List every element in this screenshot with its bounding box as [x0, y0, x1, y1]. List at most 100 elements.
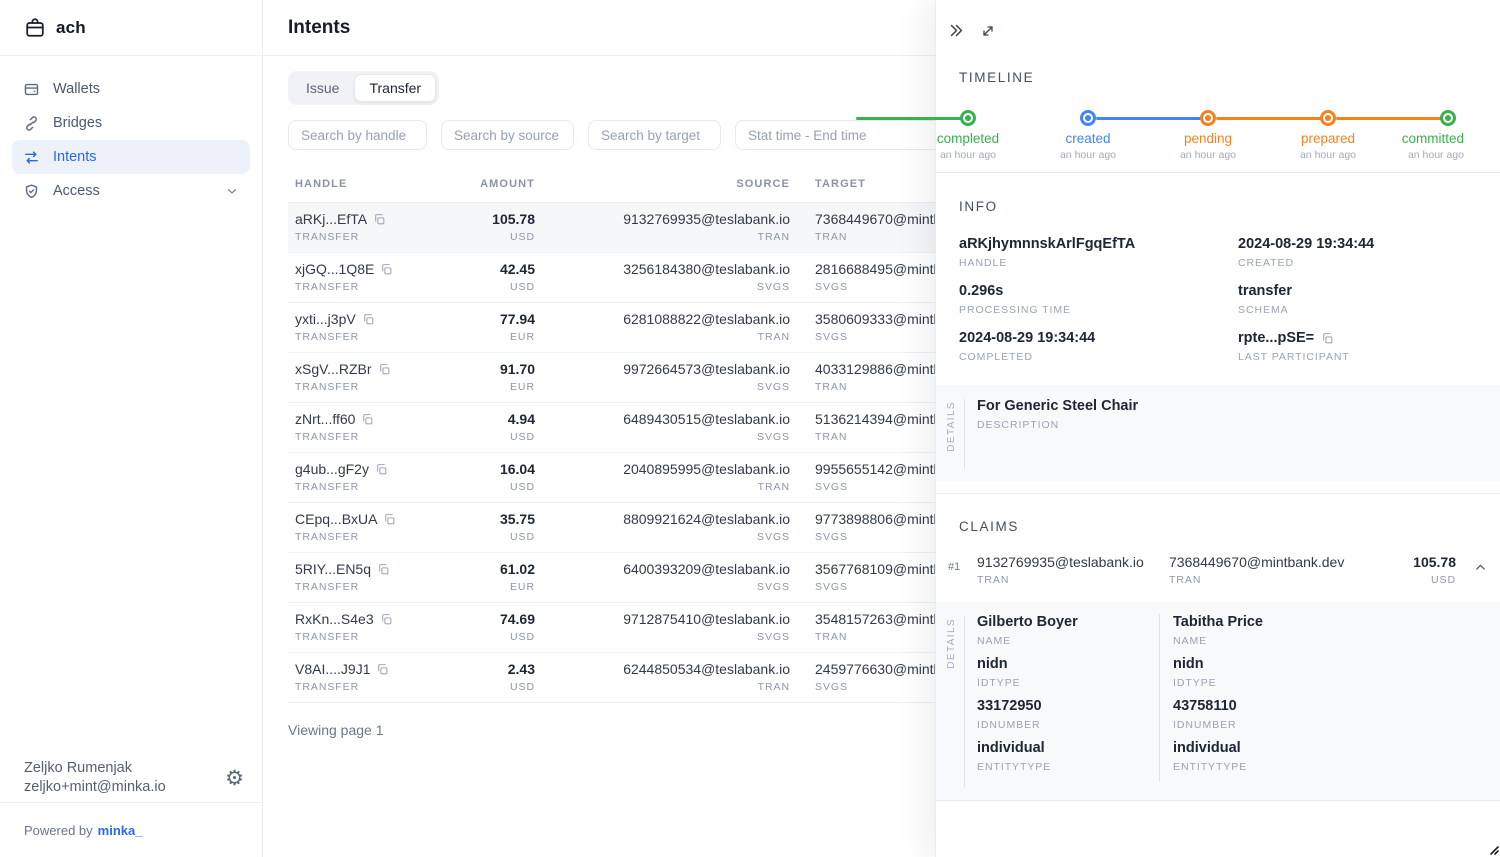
- intent-source: 6489430515@teslabank.io: [568, 411, 790, 427]
- tab-issue[interactable]: Issue: [291, 74, 354, 102]
- logo: ach: [0, 0, 262, 56]
- divider: [964, 399, 965, 469]
- powered-by: Powered by minka_: [0, 802, 262, 857]
- shield-icon: [23, 183, 40, 200]
- info-field-value: aRKjhymnnskArlFgqEfTA: [959, 236, 1135, 252]
- settings-gear-icon[interactable]: ⚙: [225, 768, 244, 789]
- expand-panel-icon[interactable]: [978, 20, 998, 41]
- timeline-node-icon: [960, 110, 976, 126]
- claim-source: 9132769935@teslabank.io: [977, 554, 1144, 570]
- filter-bar: [288, 120, 947, 150]
- timeline-step-time: an hour ago: [937, 149, 999, 161]
- timeline-step-label: pending: [1180, 131, 1236, 146]
- info-field-label: LAST PARTICIPANT: [1238, 351, 1476, 363]
- copy-icon[interactable]: [362, 313, 375, 326]
- status-timeline: created an hour ago pending an hour ago: [960, 110, 1456, 160]
- tab-transfer[interactable]: Transfer: [354, 74, 436, 102]
- timeline-step: pending an hour ago: [1200, 110, 1216, 126]
- info-field: 0.296s PROCESSING TIME: [959, 283, 1238, 316]
- search-by-handle-input[interactable]: [288, 120, 427, 150]
- claim-amount: 105.78: [1413, 554, 1456, 570]
- timeline-node-icon: [1320, 110, 1336, 126]
- collapse-panel-icon[interactable]: [946, 20, 967, 41]
- intent-details-block: DETAILS For Generic Steel Chair DESCRIPT…: [936, 385, 1500, 482]
- timeline-step-time: an hour ago: [1060, 149, 1116, 161]
- claim-row[interactable]: #1 9132769935@teslabank.io TRAN 73684496…: [936, 548, 1500, 594]
- date-range-input[interactable]: [735, 120, 947, 150]
- claim-party: Tabitha Price NAME nidn IDTYPE 43758110 …: [1159, 614, 1341, 782]
- copy-icon[interactable]: [380, 263, 393, 276]
- copy-icon[interactable]: [375, 463, 388, 476]
- sidebar-item-label: Wallets: [53, 81, 100, 97]
- divider: [964, 616, 965, 787]
- copy-icon[interactable]: [361, 413, 374, 426]
- sidebar-item-access[interactable]: Access: [12, 174, 250, 208]
- intent-source-type: SVGS: [568, 531, 790, 543]
- intent-source-type: SVGS: [568, 431, 790, 443]
- intent-source-type: SVGS: [568, 381, 790, 393]
- column-header-source: SOURCE: [568, 178, 790, 190]
- timeline-step: created an hour ago: [1080, 110, 1096, 126]
- section-divider: [936, 172, 1500, 173]
- copy-icon[interactable]: [373, 213, 386, 226]
- claim-currency: USD: [1413, 574, 1456, 586]
- info-field: transfer SCHEMA: [1238, 283, 1476, 316]
- chevron-up-icon[interactable]: [1473, 560, 1488, 575]
- party-name: Gilberto Boyer: [977, 614, 1159, 630]
- intent-handle: zNrt...ff60: [295, 411, 355, 427]
- timeline-node-icon: [1200, 110, 1216, 126]
- intent-handle: g4ub...gF2y: [295, 461, 369, 477]
- claim-source-type: TRAN: [977, 574, 1144, 586]
- timeline-step-time: an hour ago: [1180, 149, 1236, 161]
- timeline-node-icon: [1080, 110, 1096, 126]
- timeline-step-label: committed: [1402, 131, 1464, 146]
- sidebar-nav: Wallets Bridges Intents: [0, 56, 262, 224]
- timeline-step-label: created: [1060, 131, 1116, 146]
- intent-source: 9132769935@teslabank.io: [568, 211, 790, 227]
- intent-source: 9972664573@teslabank.io: [568, 361, 790, 377]
- timeline-step-label: prepared: [1300, 131, 1356, 146]
- intent-type-tabs: Issue Transfer: [288, 71, 439, 105]
- intent-handle: V8AI....J9J1: [295, 661, 370, 677]
- intent-source-type: TRAN: [568, 681, 790, 693]
- intent-source-type: SVGS: [568, 631, 790, 643]
- info-field: rpte...pSE= LAST PARTICIPANT: [1238, 330, 1476, 363]
- intent-handle: RxKn...S4e3: [295, 611, 374, 627]
- sidebar-item-wallets[interactable]: Wallets: [12, 72, 250, 106]
- intent-amount: 4.94: [438, 411, 535, 427]
- party-idnumber: 43758110: [1173, 698, 1341, 714]
- intent-amount: 91.70: [438, 361, 535, 377]
- party-idtype: nidn: [977, 656, 1159, 672]
- copy-icon[interactable]: [378, 363, 391, 376]
- copy-icon[interactable]: [376, 663, 389, 676]
- timeline-connector: [1336, 117, 1442, 120]
- info-field: 2024-08-29 19:34:44 COMPLETED: [959, 330, 1238, 363]
- sidebar-item-intents[interactable]: Intents: [12, 140, 250, 174]
- intent-source: 6244850534@teslabank.io: [568, 661, 790, 677]
- resize-grip-icon: [1487, 843, 1499, 855]
- intent-detail-panel: TIMELINE created an hour ago: [935, 0, 1500, 857]
- intent-currency: USD: [438, 531, 535, 543]
- intent-source-type: TRAN: [568, 481, 790, 493]
- search-by-target-input[interactable]: [588, 120, 721, 150]
- minka-brand-link[interactable]: minka_: [98, 823, 143, 838]
- copy-icon[interactable]: [380, 613, 393, 626]
- intent-amount: 61.02: [438, 561, 535, 577]
- details-rotated-label: DETAILS: [946, 618, 957, 669]
- timeline-section-title: TIMELINE: [959, 70, 1034, 85]
- party-name: Tabitha Price: [1173, 614, 1341, 630]
- timeline-step-time: an hour ago: [1300, 149, 1356, 161]
- copy-icon[interactable]: [383, 513, 396, 526]
- intent-currency: USD: [438, 481, 535, 493]
- copy-icon[interactable]: [1321, 332, 1334, 345]
- party-entitytype: individual: [977, 740, 1159, 756]
- chevron-down-icon: [225, 184, 239, 198]
- info-field-value: 0.296s: [959, 283, 1003, 299]
- search-by-source-input[interactable]: [441, 120, 574, 150]
- description-label: DESCRIPTION: [977, 419, 1138, 431]
- sidebar-item-bridges[interactable]: Bridges: [12, 106, 250, 140]
- copy-icon[interactable]: [377, 563, 390, 576]
- intent-handle: aRKj...EfTA: [295, 211, 367, 227]
- powered-by-text: Powered by: [24, 823, 93, 838]
- intent-currency: EUR: [438, 381, 535, 393]
